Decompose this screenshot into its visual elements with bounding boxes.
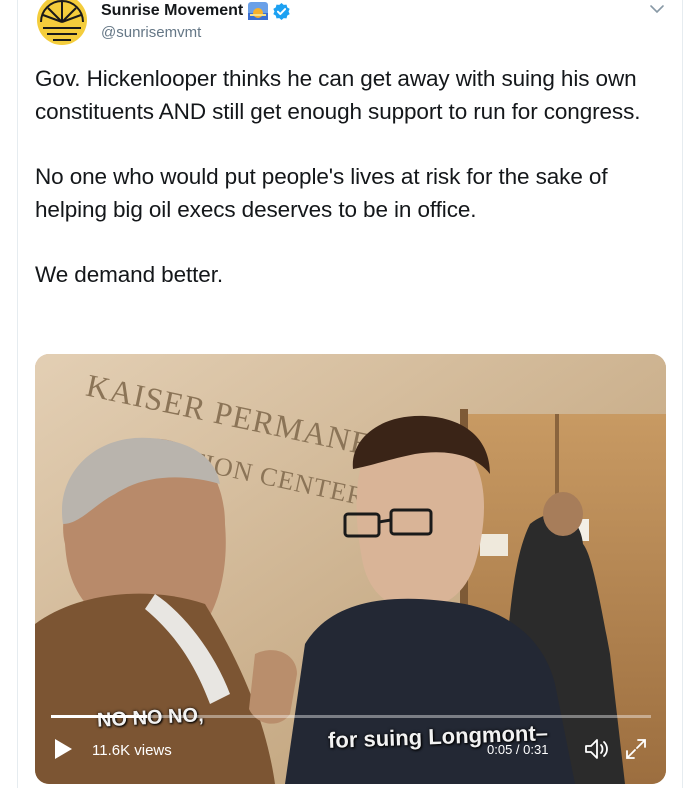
author-name-row[interactable]: Sunrise Movement [101, 0, 291, 22]
chevron-down-icon[interactable] [648, 2, 666, 16]
sunrise-emoji-icon [248, 2, 269, 20]
fullscreen-icon[interactable] [624, 737, 648, 761]
video-time: 0:05 / 0:31 [487, 742, 549, 757]
tweet-paragraph: We demand better. [35, 262, 224, 287]
handle[interactable]: @sunrisemvmt [101, 24, 201, 41]
tweet-paragraph: No one who would put people's lives at r… [35, 164, 608, 222]
avatar[interactable] [35, 0, 89, 46]
volume-icon[interactable] [583, 737, 609, 761]
display-name[interactable]: Sunrise Movement [101, 2, 243, 20]
view-count: 11.6K views [92, 742, 172, 759]
tweet-paragraph: Gov. Hickenlooper thinks he can get away… [35, 66, 641, 124]
tweet-text: Gov. Hickenlooper thinks he can get away… [35, 62, 665, 323]
verified-badge-icon [273, 2, 290, 20]
play-icon[interactable] [53, 738, 73, 760]
progress-fill [51, 715, 147, 718]
video-player[interactable]: KAISER PERMANENTE ATION CENTER NO NO NO,… [35, 354, 666, 784]
